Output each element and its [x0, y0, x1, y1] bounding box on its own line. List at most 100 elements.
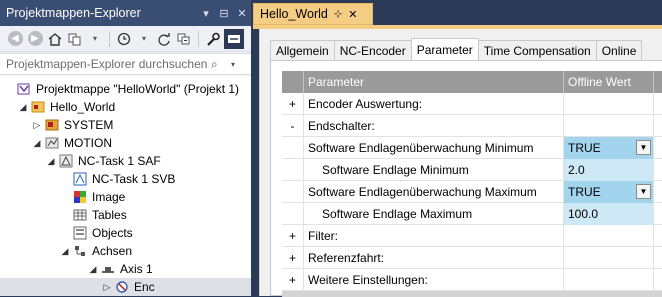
param-name: Software Endlage Minimum — [304, 159, 564, 181]
document-tab[interactable]: Hello_World ⊹ ✕ — [253, 3, 373, 25]
sync-dropdown-icon[interactable]: ▾ — [86, 29, 104, 49]
tree-item-hello-world[interactable]: ◢ Hello_World — [16, 98, 116, 116]
expanded-arrow-icon[interactable]: ◢ — [58, 246, 72, 257]
grid-row-param[interactable]: Software Endlage Maximum 100.0 — [282, 203, 662, 225]
close-icon[interactable]: ✕ — [348, 8, 357, 21]
param-value[interactable]: 100.0 — [564, 203, 654, 225]
sync-button[interactable] — [66, 29, 84, 49]
expand-icon[interactable]: + — [282, 269, 304, 291]
explorer-dropdown-icon[interactable]: ▾ — [197, 7, 215, 20]
search-input[interactable]: Projektmappen-Explorer durchsuchen — [6, 57, 211, 71]
tree-item-axis-1[interactable]: ◢ Axis 1 — [86, 260, 153, 278]
axis-icon — [100, 262, 116, 276]
tab-online[interactable]: Online — [595, 40, 643, 60]
row-spacer — [282, 137, 304, 159]
home-button[interactable] — [46, 29, 64, 49]
grid-row-group[interactable]: + Weitere Einstellungen: — [282, 269, 662, 291]
explorer-search-box[interactable]: Projektmappen-Explorer durchsuchen ⌕ ▾ — [0, 53, 251, 75]
grid-row-group[interactable]: - Endschalter: — [282, 115, 662, 137]
tree-item-tables[interactable]: Tables — [72, 206, 127, 224]
param-extra — [654, 247, 662, 269]
project-icon — [30, 100, 46, 114]
param-value[interactable]: 2.0 — [564, 159, 654, 181]
tree-item-nc-task-saf[interactable]: ◢ NC-Task 1 SAF — [44, 152, 161, 170]
expanded-arrow-icon[interactable]: ◢ — [86, 264, 100, 275]
refresh-button[interactable] — [155, 29, 173, 49]
tree-item-enc[interactable]: ▷ Enc — [0, 278, 251, 296]
expanded-arrow-icon[interactable]: ◢ — [44, 156, 58, 167]
row-spacer — [282, 159, 304, 181]
table-icon — [72, 208, 88, 222]
history-button[interactable] — [115, 29, 133, 49]
grid-header-parameter[interactable]: Parameter — [304, 71, 564, 93]
row-spacer — [282, 181, 304, 203]
param-name: Filter: — [304, 225, 564, 247]
solution-explorer-panel: Projektmappen-Explorer ▾ ⊟ ✕ ◀ ▶ ▾ ▾ Pro… — [0, 0, 251, 296]
tree-item-nc-task-svb[interactable]: NC-Task 1 SVB — [72, 170, 175, 188]
tree-item-objects[interactable]: Objects — [72, 224, 133, 242]
grid-row-group[interactable]: + Referenzfahrt: — [282, 247, 662, 269]
pin-icon[interactable]: ⊹ — [334, 9, 342, 20]
explorer-title-bar: Projektmappen-Explorer ▾ ⊟ ✕ — [0, 0, 251, 26]
expand-icon[interactable]: + — [282, 225, 304, 247]
tab-parameter[interactable]: Parameter — [410, 38, 479, 60]
axes-icon — [72, 244, 88, 258]
expand-icon[interactable]: + — [282, 247, 304, 269]
tab-allgemein[interactable]: Allgemein — [270, 40, 335, 60]
param-value-dropdown[interactable]: TRUE ▼ — [564, 181, 654, 203]
toolbar-separator — [198, 30, 199, 47]
dropdown-arrow-icon[interactable]: ▼ — [636, 140, 651, 155]
expanded-arrow-icon[interactable]: ◢ — [16, 102, 30, 113]
parameter-page: Parameter Offline Wert + Encoder Auswert… — [270, 60, 662, 297]
explorer-close-icon[interactable]: ✕ — [233, 7, 251, 20]
search-dropdown-icon[interactable]: ▾ — [231, 60, 251, 69]
properties-button[interactable] — [204, 29, 222, 49]
explorer-pin-icon[interactable]: ⊟ — [215, 7, 233, 20]
dropdown-arrow-icon[interactable]: ▼ — [636, 184, 651, 199]
history-icon — [117, 32, 131, 45]
back-button[interactable]: ◀ — [6, 29, 24, 49]
tree-item-system[interactable]: ▷ SYSTEM — [30, 116, 114, 134]
param-value-dropdown[interactable]: TRUE ▼ — [564, 137, 654, 159]
tree-label: SYSTEM — [64, 118, 114, 132]
image-icon — [72, 190, 88, 204]
grid-row-param[interactable]: Software Endlagenüberwachung Maximum TRU… — [282, 181, 662, 203]
history-dropdown-icon[interactable]: ▾ — [135, 29, 153, 49]
collapsed-arrow-icon[interactable]: ▷ — [100, 282, 114, 293]
grid-row-param[interactable]: Software Endlagenüberwachung Minimum TRU… — [282, 137, 662, 159]
tree-label: Achsen — [92, 244, 133, 258]
tree-item-image[interactable]: Image — [72, 188, 125, 206]
collapse-icon[interactable]: - — [282, 115, 304, 137]
param-extra — [654, 93, 662, 115]
tree-item-achsen[interactable]: ◢ Achsen — [58, 242, 133, 260]
tree-item-motion[interactable]: ◢ MOTION — [30, 134, 112, 152]
row-spacer — [282, 203, 304, 225]
document-tab-title: Hello_World — [260, 7, 328, 21]
tree-label: Projektmappe "HelloWorld" (Projekt 1) — [36, 82, 240, 96]
grid-row-group[interactable]: + Encoder Auswertung: — [282, 93, 662, 115]
param-name: Endschalter: — [304, 115, 564, 137]
property-tabs: Allgemein NC-Encoder Parameter Time Comp… — [270, 38, 643, 60]
param-extra — [654, 115, 662, 137]
expanded-arrow-icon[interactable]: ◢ — [30, 138, 44, 149]
expand-icon[interactable]: + — [282, 93, 304, 115]
forward-button[interactable]: ▶ — [26, 29, 44, 49]
document-area: Hello_World ⊹ ✕ Allgemein NC-Encoder Par… — [253, 0, 662, 297]
search-icon[interactable]: ⌕ — [211, 57, 231, 72]
param-value — [564, 247, 654, 269]
tab-nc-encoder[interactable]: NC-Encoder — [333, 40, 412, 60]
collapsed-arrow-icon[interactable]: ▷ — [30, 120, 44, 131]
grid-row-param[interactable]: Software Endlage Minimum 2.0 — [282, 159, 662, 181]
objects-icon — [72, 226, 88, 240]
grid-row-group[interactable]: + Filter: — [282, 225, 662, 247]
tab-time-compensation[interactable]: Time Compensation — [477, 40, 597, 60]
tree-item-solution[interactable]: Projektmappe "HelloWorld" (Projekt 1) — [16, 80, 239, 98]
grid-header-offline-value[interactable]: Offline Wert — [564, 71, 654, 93]
param-extra — [654, 225, 662, 247]
explorer-title: Projektmappen-Explorer — [6, 6, 141, 20]
param-value: TRUE — [568, 185, 601, 199]
param-extra — [654, 203, 662, 225]
refresh-icon — [158, 32, 170, 46]
collapse-all-button[interactable] — [175, 29, 193, 49]
preview-button[interactable] — [224, 28, 244, 49]
